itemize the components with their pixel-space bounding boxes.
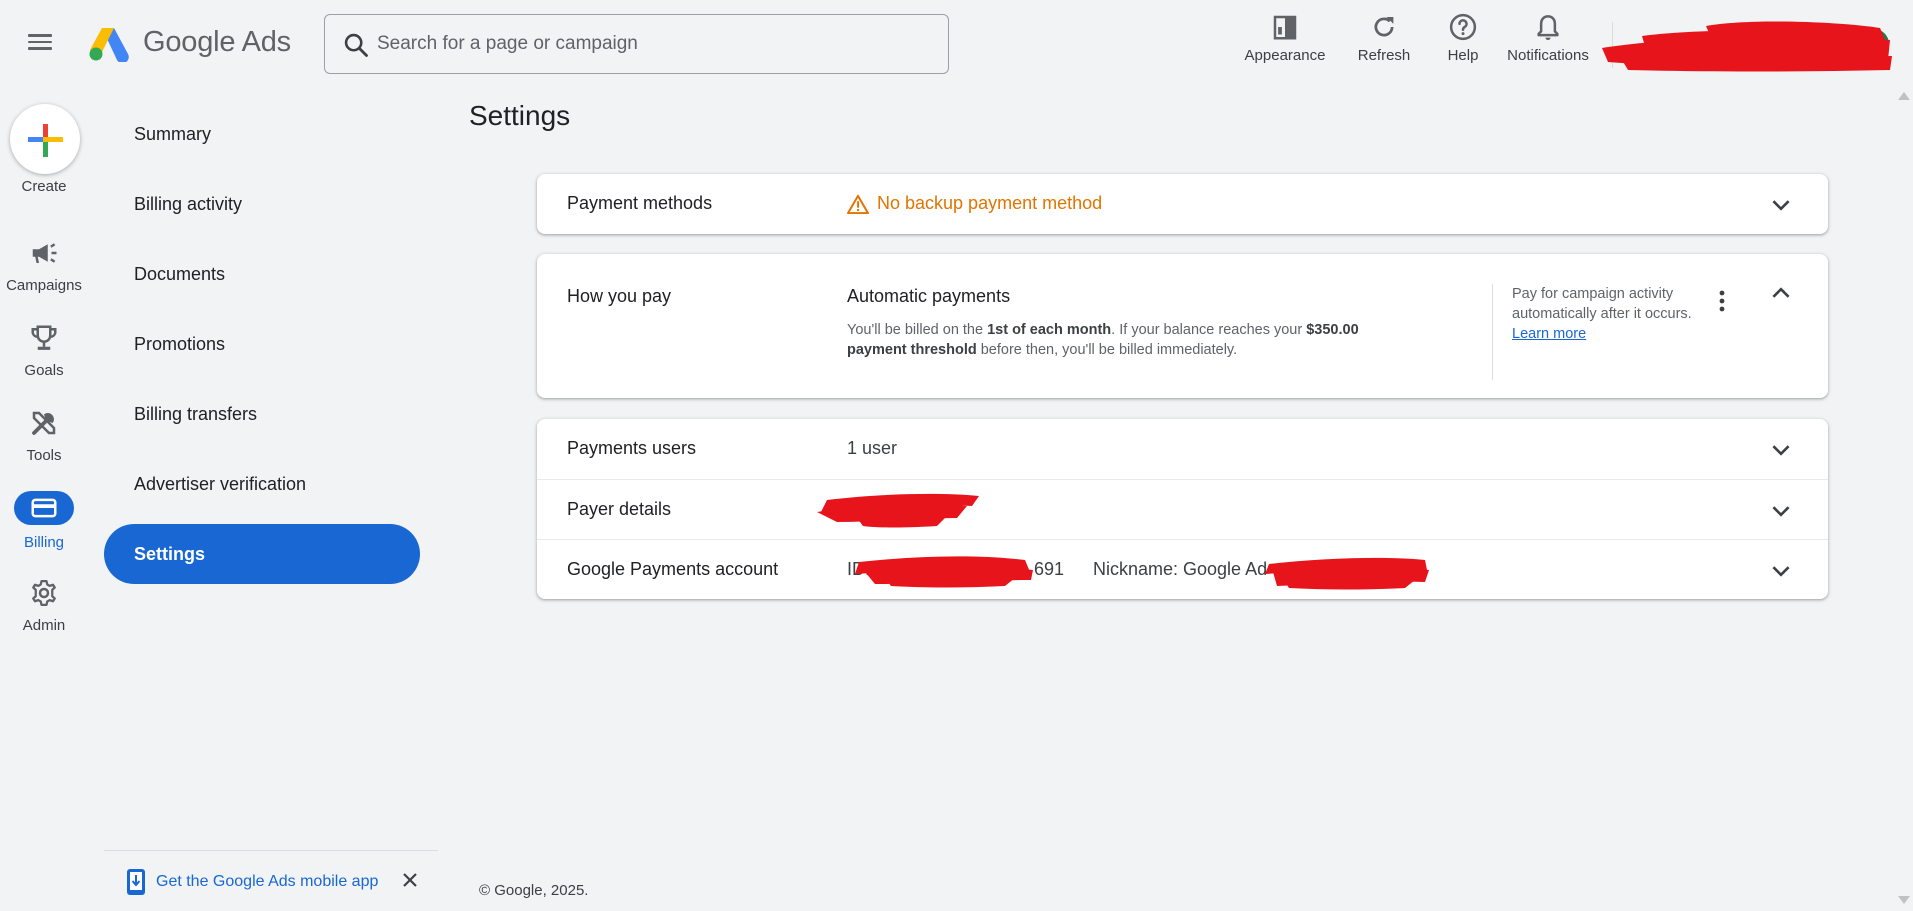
bell-icon — [1537, 15, 1559, 41]
payments-users-value: 1 user — [847, 438, 898, 458]
payments-account-id-suffix: 691 — [1034, 559, 1065, 579]
chevron-down-icon[interactable] — [1768, 192, 1794, 218]
how-you-pay-card: How you pay Automatic payments You'll be… — [537, 254, 1828, 398]
search-input[interactable] — [377, 25, 917, 63]
notifications-button[interactable]: Notifications — [1502, 12, 1594, 72]
search-box[interactable] — [324, 14, 949, 74]
billing-active-pill — [14, 491, 74, 525]
nickname-redaction — [1265, 557, 1429, 590]
rail-label-tools: Tools — [26, 447, 62, 464]
how-you-pay-side-note: Pay for campaign activity automatically … — [1512, 284, 1702, 344]
appearance-icon — [1273, 15, 1297, 40]
chevron-down-icon[interactable] — [1768, 498, 1794, 524]
learn-more-link[interactable]: Learn more — [1512, 326, 1586, 342]
payments-users-label: Payments users — [567, 438, 697, 458]
rail-item-tools[interactable]: Tools — [0, 408, 88, 464]
payment-methods-label: Payment methods — [567, 193, 713, 213]
desc-text-3: before then, you'll be billed immediatel… — [976, 342, 1238, 358]
mobile-app-promo: Get the Google Ads mobile app — [126, 867, 378, 897]
desc-text-2: . If your balance reaches your — [1111, 322, 1307, 338]
subnav-settings[interactable]: Settings — [104, 524, 420, 584]
more-options-icon[interactable] — [1712, 288, 1732, 314]
payments-id-redaction — [855, 556, 1033, 588]
subnav-documents[interactable]: Documents — [104, 244, 420, 304]
scroll-up-arrow[interactable] — [1898, 92, 1910, 100]
notifications-label: Notifications — [1507, 47, 1589, 64]
credit-card-icon — [31, 498, 57, 518]
desc-bold-1: 1st of each month — [987, 322, 1112, 338]
refresh-button[interactable]: Refresh — [1352, 12, 1416, 72]
side-note-text: Pay for campaign activity automatically … — [1512, 286, 1692, 322]
payment-methods-warning-text: No backup payment method — [877, 193, 1103, 213]
rail-label-goals: Goals — [24, 362, 64, 379]
main-menu-button[interactable] — [28, 30, 56, 58]
help-button[interactable]: Help — [1443, 12, 1483, 72]
payments-account-label: Google Payments account — [567, 559, 779, 579]
payments-users-row[interactable]: Payments users 1 user — [537, 419, 1828, 479]
megaphone-icon — [32, 243, 57, 263]
how-you-pay-divider — [1492, 284, 1493, 380]
how-you-pay-label: How you pay — [567, 286, 672, 306]
gear-icon — [32, 580, 56, 606]
mobile-app-link[interactable]: Get the Google Ads mobile app — [156, 873, 378, 891]
rail-item-billing[interactable]: Billing — [0, 491, 88, 551]
scroll-down-arrow[interactable] — [1898, 896, 1910, 904]
create-label: Create — [21, 178, 67, 195]
subnav-advertiser-verification[interactable]: Advertiser verification — [104, 454, 420, 514]
help-label: Help — [1447, 47, 1479, 64]
payments-account-row[interactable]: Google Payments account ID: 691 Nickname… — [537, 539, 1828, 599]
payment-methods-warning: No backup payment method — [847, 193, 1102, 214]
how-you-pay-title: Automatic payments — [847, 286, 1011, 306]
account-redaction[interactable] — [1602, 20, 1892, 72]
phone-download-icon — [127, 869, 145, 895]
chevron-down-icon[interactable] — [1768, 558, 1794, 584]
plus-icon — [28, 124, 63, 157]
account-details-card: Payments users 1 user Payer details Goog… — [537, 419, 1828, 599]
refresh-label: Refresh — [1357, 47, 1411, 64]
refresh-icon — [1374, 17, 1394, 37]
top-bar: Google Ads Appearance Refresh Help — [0, 0, 1913, 88]
rail-label-admin: Admin — [22, 617, 66, 634]
promo-divider — [104, 850, 438, 851]
tools-icon — [32, 411, 56, 435]
warning-icon — [847, 194, 869, 214]
payment-methods-row[interactable]: Payment methods No backup payment method — [537, 174, 1828, 234]
rail-label-billing: Billing — [23, 534, 65, 551]
rail-item-admin[interactable]: Admin — [0, 578, 88, 634]
rail-item-goals[interactable]: Goals — [0, 323, 88, 379]
footer-copyright: © Google, 2025. — [479, 882, 589, 899]
help-icon — [1449, 13, 1477, 41]
payer-details-label: Payer details — [567, 499, 672, 519]
search-icon — [344, 33, 368, 57]
close-icon[interactable] — [398, 868, 422, 892]
rail-item-campaigns[interactable]: Campaigns — [0, 238, 88, 294]
desc-text-1: You'll be billed on the — [847, 322, 988, 338]
brand-name: Google Ads — [143, 26, 291, 58]
create-button[interactable] — [10, 104, 80, 174]
subnav-summary[interactable]: Summary — [104, 104, 420, 164]
rail-label-campaigns: Campaigns — [6, 277, 82, 294]
payer-details-redaction — [817, 493, 979, 528]
appearance-button[interactable]: Appearance — [1240, 12, 1330, 72]
chevron-up-icon[interactable] — [1768, 280, 1794, 306]
subnav-billing-activity[interactable]: Billing activity — [104, 174, 420, 234]
trophy-icon — [31, 325, 57, 350]
payment-methods-card: Payment methods No backup payment method — [537, 174, 1828, 234]
appearance-label: Appearance — [1244, 47, 1326, 64]
how-you-pay-description: You'll be billed on the 1st of each mont… — [847, 320, 1407, 360]
subnav-promotions[interactable]: Promotions — [104, 314, 420, 374]
subnav-billing-transfers[interactable]: Billing transfers — [104, 384, 420, 444]
page-title: Settings — [469, 100, 571, 131]
chevron-down-icon[interactable] — [1768, 437, 1794, 463]
payer-details-row[interactable]: Payer details — [537, 479, 1828, 539]
google-ads-logo — [89, 28, 129, 62]
payments-account-nickname: Nickname: Google Ad — [1093, 559, 1268, 579]
